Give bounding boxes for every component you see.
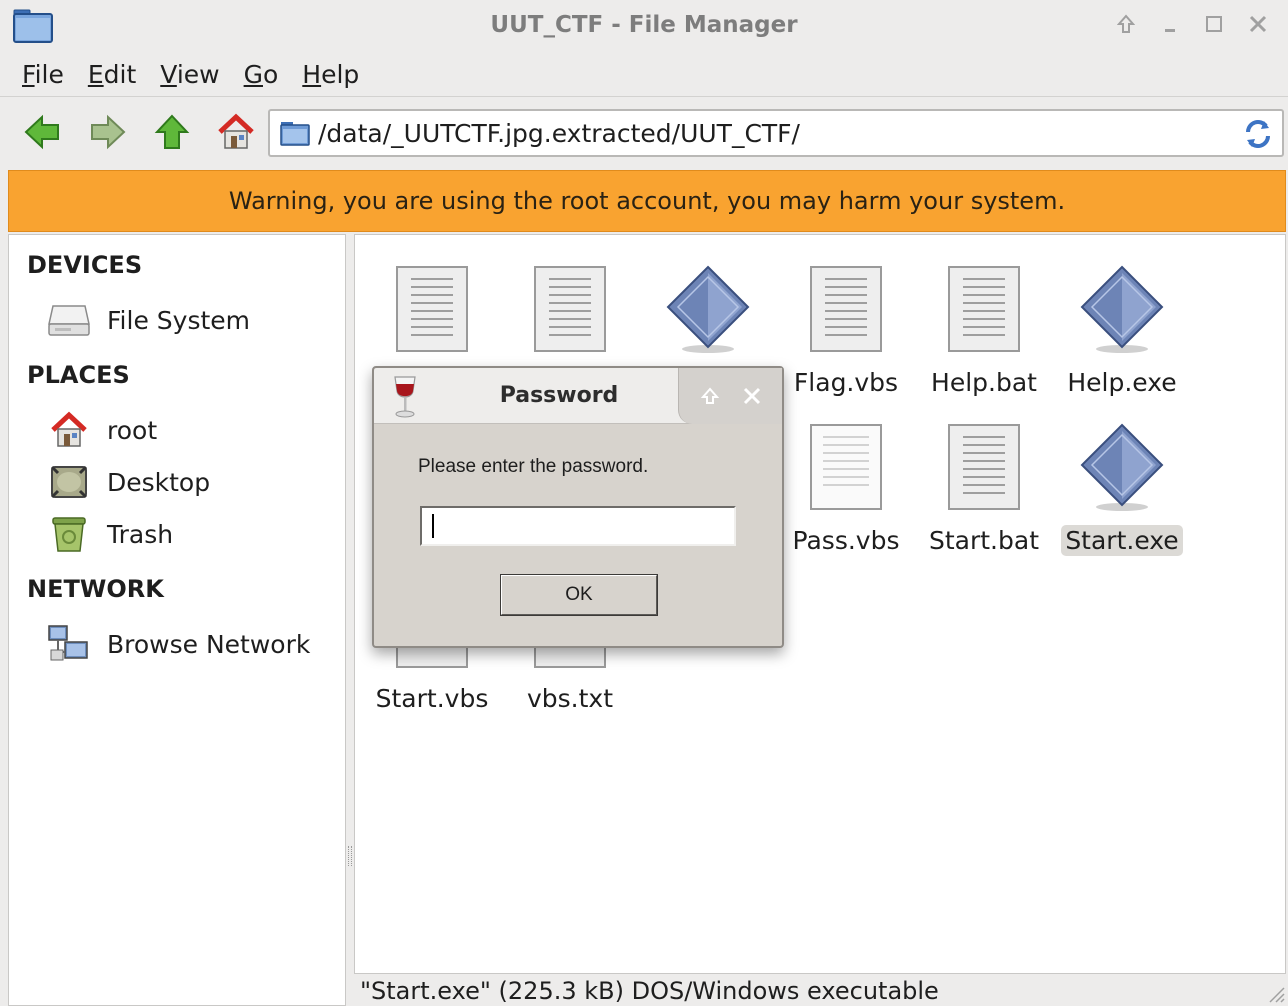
back-button[interactable] <box>20 110 64 154</box>
sidebar-item-file-system[interactable]: File System <box>47 299 250 341</box>
password-input[interactable] <box>420 506 736 546</box>
back-arrow-icon <box>24 114 59 150</box>
window-titlebar[interactable]: UUT_CTF - File Manager <box>0 0 1288 50</box>
dialog-titlebar[interactable]: Password <box>374 368 782 424</box>
sidebar-item-browse-network[interactable]: Browse Network <box>47 623 310 665</box>
blank-file-icon <box>810 424 882 510</box>
dialog-title: Password <box>499 383 619 408</box>
warning-text: Warning, you are using the root account,… <box>228 187 1066 215</box>
refresh-icon[interactable] <box>1242 118 1274 150</box>
sidebar-item-label: File System <box>107 305 251 335</box>
menu-go[interactable]: Go <box>244 60 279 89</box>
root-warning-banner: Warning, you are using the root account,… <box>8 170 1286 232</box>
arrow-up-icon <box>1117 14 1135 33</box>
pane-splitter[interactable] <box>346 234 354 1006</box>
text-file-icon <box>396 266 468 352</box>
executable-icon <box>666 265 750 353</box>
home-button[interactable] <box>214 110 258 154</box>
window-title: UUT_CTF - File Manager <box>490 12 798 38</box>
location-bar[interactable]: /data/_UUTCTF.jpg.extracted/UUT_CTF/ <box>268 109 1284 157</box>
file-name: Pass.vbs <box>792 526 900 555</box>
splitter-grip[interactable] <box>348 846 352 866</box>
home-icon <box>51 411 87 447</box>
file-item-help-bat[interactable]: Help.bat <box>919 259 1049 409</box>
status-text: "Start.exe" (225.3 kB) DOS/Windows execu… <box>360 977 939 1005</box>
file-item-start-bat[interactable]: Start.bat <box>919 417 1049 567</box>
file-item-start-exe[interactable]: Start.exe <box>1057 417 1187 567</box>
file-name: Start.vbs <box>375 684 489 713</box>
text-file-icon <box>948 266 1020 352</box>
menu-help[interactable]: Help <box>302 60 359 89</box>
sidebar-item-trash[interactable]: Trash <box>47 513 173 555</box>
drive-icon <box>48 305 90 336</box>
password-dialog: Password Please enter the password. OK <box>372 366 784 648</box>
executable-icon <box>1080 265 1164 353</box>
up-arrow-icon <box>154 114 190 149</box>
sidebar-item-label: Trash <box>107 519 174 549</box>
dialog-message: Please enter the password. <box>418 456 649 477</box>
menu-view[interactable]: View <box>160 60 219 89</box>
sidebar-item-label: Desktop <box>107 467 211 497</box>
up-button[interactable] <box>150 110 194 154</box>
shade-button[interactable] <box>1114 10 1138 38</box>
file-item-flag-vbs[interactable]: Flag.vbs <box>781 259 911 409</box>
close-button[interactable] <box>1246 10 1270 38</box>
text-file-icon <box>810 266 882 352</box>
maximize-icon <box>1206 16 1222 32</box>
resize-grip-icon[interactable] <box>1264 982 1286 1004</box>
sidebar-item-desktop[interactable]: Desktop <box>47 461 210 503</box>
close-icon <box>1249 15 1267 33</box>
file-name: Help.exe <box>1067 368 1177 397</box>
forward-button[interactable] <box>86 110 130 154</box>
minimize-button[interactable] <box>1158 10 1182 38</box>
close-icon[interactable] <box>742 386 762 406</box>
folder-icon <box>280 122 310 146</box>
file-name: Flag.vbs <box>793 368 899 397</box>
places-heading: PLACES <box>27 361 130 389</box>
maximize-button[interactable] <box>1202 10 1226 38</box>
desktop-icon <box>50 465 88 499</box>
folder-app-icon <box>13 9 53 43</box>
home-icon <box>218 113 254 149</box>
sidebar: DEVICES File System PLACES root Desktop … <box>8 234 346 1006</box>
network-icon <box>48 625 88 661</box>
text-file-icon <box>948 424 1020 510</box>
text-file-icon <box>534 266 606 352</box>
menu-bar: File Edit View Go Help <box>0 52 1288 96</box>
status-bar: "Start.exe" (225.3 kB) DOS/Windows execu… <box>354 976 1286 1006</box>
file-item-help-exe[interactable]: Help.exe <box>1057 259 1187 409</box>
arrow-up-icon[interactable] <box>700 386 720 406</box>
menu-file[interactable]: File <box>22 60 64 89</box>
file-name: Help.bat <box>931 368 1037 397</box>
network-heading: NETWORK <box>27 575 164 603</box>
devices-heading: DEVICES <box>27 251 143 279</box>
minimize-icon <box>1165 29 1175 32</box>
sidebar-item-root[interactable]: root <box>47 409 157 451</box>
file-name: vbs.txt <box>526 684 614 713</box>
text-caret <box>432 514 434 538</box>
ok-button[interactable]: OK <box>500 574 658 616</box>
sidebar-item-label: Browse Network <box>107 629 311 659</box>
file-name: Start.exe <box>1061 525 1183 556</box>
toolbar: /data/_UUTCTF.jpg.extracted/UUT_CTF/ <box>0 100 1288 166</box>
location-path[interactable]: /data/_UUTCTF.jpg.extracted/UUT_CTF/ <box>318 119 800 148</box>
forward-arrow-icon <box>91 114 126 150</box>
sidebar-item-label: root <box>107 415 158 445</box>
file-name: Start.bat <box>928 526 1039 555</box>
trash-icon <box>52 517 86 552</box>
executable-icon <box>1080 423 1164 511</box>
menu-separator <box>0 96 1288 97</box>
file-item-pass-vbs[interactable]: Pass.vbs <box>781 417 911 567</box>
menu-edit[interactable]: Edit <box>88 60 136 89</box>
wine-glass-icon <box>394 376 416 418</box>
